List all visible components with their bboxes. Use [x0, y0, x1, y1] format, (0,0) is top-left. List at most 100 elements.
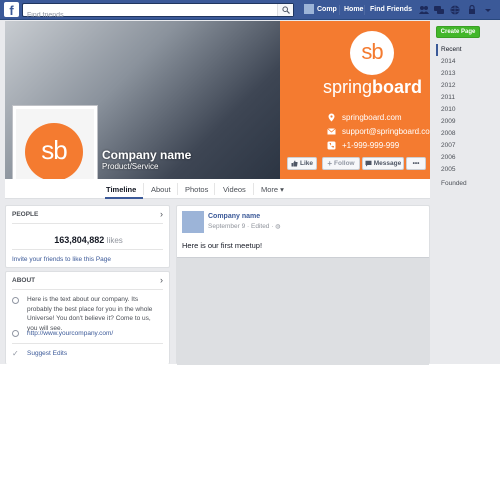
year-item-2014[interactable]: 2014	[436, 56, 466, 68]
invite-friends-link[interactable]: Invite your friends to like this Page	[12, 256, 111, 263]
plus-icon: +	[327, 159, 333, 168]
year-item-2012[interactable]: 2012	[436, 80, 466, 92]
tab-separator	[177, 183, 178, 195]
post-author-avatar[interactable]	[182, 211, 204, 233]
year-item-recent[interactable]: Recent	[436, 44, 466, 56]
more-options-icon: •••	[412, 160, 420, 167]
user-name-link[interactable]: Comp	[317, 6, 337, 13]
year-item-2006[interactable]: 2006	[436, 152, 466, 164]
profile-logo-mark: sb	[41, 135, 67, 165]
about-card: ABOUT › Here is the text about our compa…	[5, 271, 170, 364]
brand-wordmark-left: spring	[323, 77, 373, 97]
follow-button[interactable]: + Follow	[322, 157, 360, 170]
page-root: f Comp Home Find Friends sb springboard …	[0, 0, 500, 500]
more-options-button[interactable]: •••	[406, 157, 426, 170]
message-icon	[365, 160, 372, 167]
message-button[interactable]: Message	[362, 157, 404, 170]
tab-separator	[214, 183, 215, 195]
search-button[interactable]	[277, 4, 293, 16]
nav-separator	[364, 5, 365, 15]
post-text: Here is our first meetup!	[182, 241, 263, 250]
contact-website: springboard.com	[327, 113, 402, 122]
website-link[interactable]: http://www.yourcompany.com/	[27, 330, 113, 337]
likes-count: 163,804,882 likes	[6, 235, 171, 245]
brand-wordmark: springboard	[323, 77, 422, 98]
email-icon	[327, 128, 336, 135]
card-divider	[12, 223, 163, 224]
messages-icon[interactable]	[433, 4, 445, 16]
profile-logo-circle: sb	[25, 123, 83, 181]
post-timestamp[interactable]: September 9 · Edited ·	[208, 223, 275, 230]
friend-requests-icon[interactable]	[418, 4, 430, 16]
notifications-globe-icon[interactable]	[449, 4, 461, 16]
page-category[interactable]: Product/Service	[102, 162, 158, 171]
pencil-icon: ✓	[12, 349, 19, 358]
nav-separator	[339, 5, 340, 15]
contact-website-text: springboard.com	[342, 113, 402, 122]
phone-icon	[327, 141, 336, 150]
contact-phone-text: +1-999-999-999	[342, 141, 400, 150]
year-item-founded[interactable]: Founded	[436, 178, 467, 190]
contact-email: support@springboard.com	[327, 127, 430, 136]
top-navigation-bar: f Comp Home Find Friends	[0, 0, 500, 22]
privacy-lock-icon[interactable]	[466, 4, 478, 16]
user-avatar[interactable]	[304, 4, 314, 14]
about-heading: ABOUT	[12, 277, 36, 284]
profile-picture-inner: sb	[16, 109, 94, 187]
tab-separator	[253, 183, 254, 195]
year-item-2007[interactable]: 2007	[436, 140, 466, 152]
contact-email-text: support@springboard.com	[342, 127, 430, 136]
page-title[interactable]: Company name	[102, 148, 191, 162]
brand-wordmark-right: board	[372, 77, 423, 97]
like-button-label: Like	[299, 160, 313, 167]
thumbs-up-icon	[291, 160, 298, 167]
like-button[interactable]: Like	[287, 157, 317, 170]
tab-videos[interactable]: Videos	[223, 185, 246, 194]
globe-icon	[12, 330, 19, 337]
find-friends-link[interactable]: Find Friends	[370, 6, 412, 13]
contact-phone: +1-999-999-999	[327, 141, 399, 150]
suggest-edits-link[interactable]: Suggest Edits	[27, 350, 67, 357]
info-icon	[12, 297, 19, 304]
year-item-2011[interactable]: 2011	[436, 92, 466, 104]
search-input[interactable]	[23, 9, 273, 22]
page-tabs: Timeline About Photos Videos More ▾	[5, 179, 430, 199]
people-card: PEOPLE › 163,804,882 likes Invite your f…	[5, 205, 170, 268]
search-box[interactable]	[22, 3, 294, 22]
post-author-name[interactable]: Company name	[208, 213, 260, 220]
brand-logo: sb	[350, 31, 394, 75]
settings-caret-icon[interactable]	[482, 4, 494, 16]
year-item-2008[interactable]: 2008	[436, 128, 466, 140]
create-page-button[interactable]: Create Page	[436, 26, 480, 38]
card-divider	[12, 343, 163, 344]
message-button-label: Message	[373, 160, 402, 167]
year-item-2013[interactable]: 2013	[436, 68, 466, 80]
card-divider	[12, 249, 163, 250]
post-meta: September 9 · Edited · ◍	[208, 223, 280, 230]
home-link[interactable]: Home	[344, 6, 363, 13]
brand-logo-mark: sb	[361, 39, 383, 64]
tab-more[interactable]: More ▾	[261, 185, 284, 194]
location-pin-icon	[328, 113, 335, 122]
public-audience-icon: ◍	[275, 224, 281, 230]
active-tab-indicator	[105, 197, 143, 199]
tab-timeline[interactable]: Timeline	[106, 185, 136, 194]
facebook-logo-icon[interactable]: f	[4, 2, 19, 18]
likes-word: likes	[106, 236, 123, 245]
post-image-placeholder[interactable]	[177, 257, 429, 365]
year-item-2005[interactable]: 2005	[436, 164, 466, 176]
chevron-right-icon[interactable]: ›	[160, 275, 163, 285]
year-item-2009[interactable]: 2009	[436, 116, 466, 128]
year-item-2010[interactable]: 2010	[436, 104, 466, 116]
chevron-right-icon[interactable]: ›	[160, 209, 163, 219]
people-heading: PEOPLE	[12, 211, 39, 218]
tab-separator	[143, 183, 144, 195]
search-icon	[282, 6, 290, 14]
timeline-post: Company name September 9 · Edited · ◍ He…	[176, 205, 430, 365]
follow-button-label: Follow	[334, 160, 355, 167]
card-divider	[12, 289, 163, 290]
likes-number: 163,804,882	[54, 235, 105, 245]
tab-about[interactable]: About	[151, 185, 171, 194]
about-description: Here is the text about our company. Its …	[27, 296, 153, 332]
tab-photos[interactable]: Photos	[185, 185, 208, 194]
